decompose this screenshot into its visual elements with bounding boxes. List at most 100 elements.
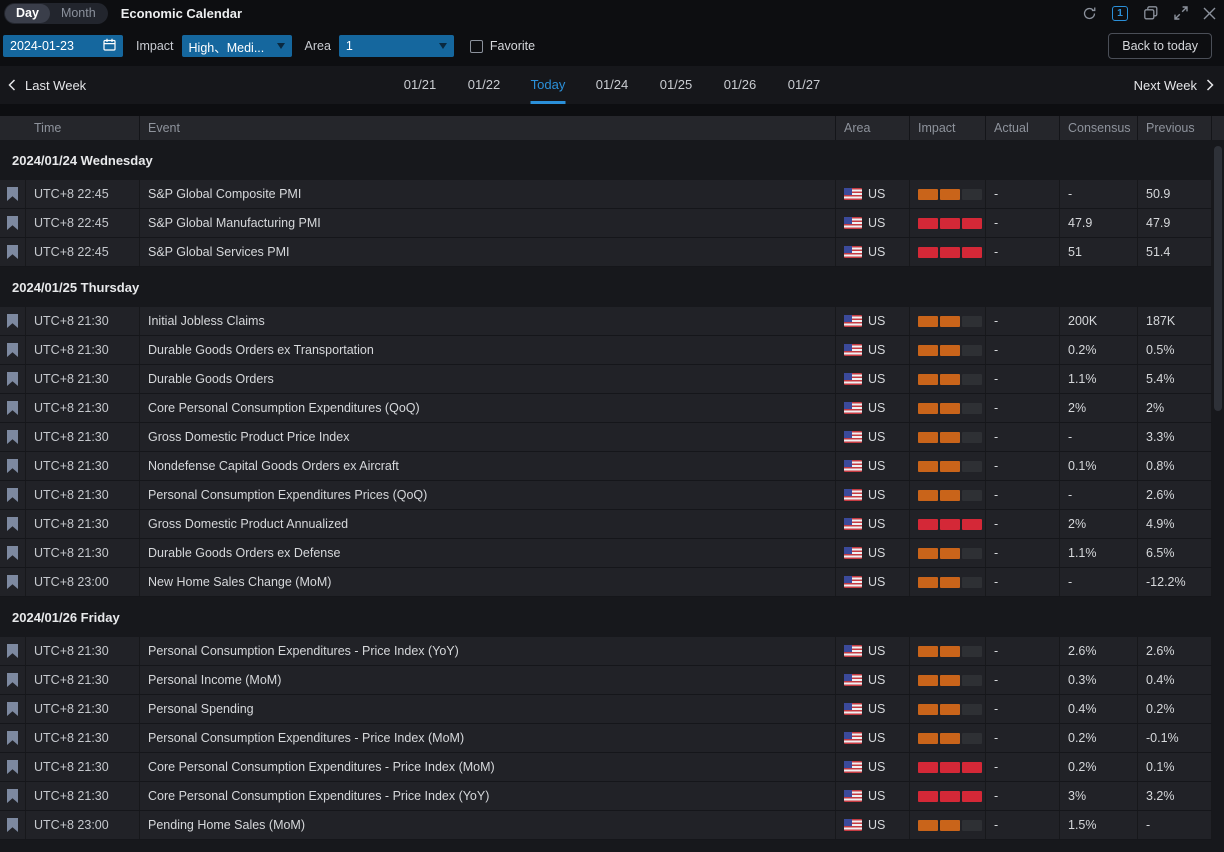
event-row[interactable]: UTC+8 21:30Durable Goods Orders ex Defen…: [0, 539, 1224, 568]
week-day-tab[interactable]: 01/26: [722, 66, 759, 104]
us-flag-icon: [844, 761, 862, 773]
bookmark-cell[interactable]: [0, 365, 26, 393]
event-row[interactable]: UTC+8 21:30Core Personal Consumption Exp…: [0, 782, 1224, 811]
week-day-tab[interactable]: 01/22: [466, 66, 503, 104]
impact-cell: [910, 452, 986, 480]
event-row[interactable]: UTC+8 21:30Personal Consumption Expendit…: [0, 724, 1224, 753]
bookmark-icon[interactable]: [7, 343, 18, 357]
cascade-windows-icon[interactable]: [1143, 5, 1159, 21]
bookmark-icon[interactable]: [7, 517, 18, 531]
impact-segment: [962, 316, 982, 327]
bookmark-cell[interactable]: [0, 423, 26, 451]
close-icon[interactable]: [1203, 7, 1216, 20]
panel-count-icon[interactable]: 1: [1112, 6, 1128, 21]
date-picker[interactable]: 2024-01-23: [3, 35, 123, 57]
bookmark-icon[interactable]: [7, 187, 18, 201]
event-row[interactable]: UTC+8 21:30Core Personal Consumption Exp…: [0, 394, 1224, 423]
impact-cell: [910, 637, 986, 665]
event-row[interactable]: UTC+8 21:30Personal Consumption Expendit…: [0, 481, 1224, 510]
back-to-today-button[interactable]: Back to today: [1108, 33, 1212, 59]
last-week-button[interactable]: Last Week: [8, 78, 86, 93]
bookmark-icon[interactable]: [7, 789, 18, 803]
bookmark-icon[interactable]: [7, 459, 18, 473]
event-row[interactable]: UTC+8 23:00Pending Home Sales (MoM)US-1.…: [0, 811, 1224, 840]
favorite-checkbox[interactable]: [470, 40, 483, 53]
bookmark-icon[interactable]: [7, 760, 18, 774]
bookmark-cell[interactable]: [0, 394, 26, 422]
impact-segment: [962, 345, 982, 356]
bookmark-icon[interactable]: [7, 644, 18, 658]
impact-segment: [940, 345, 960, 356]
bookmark-icon[interactable]: [7, 673, 18, 687]
week-day-tab[interactable]: 01/21: [402, 66, 439, 104]
event-row[interactable]: UTC+8 21:30Durable Goods Orders ex Trans…: [0, 336, 1224, 365]
bookmark-cell[interactable]: [0, 666, 26, 694]
bookmark-cell[interactable]: [0, 452, 26, 480]
bookmark-icon[interactable]: [7, 818, 18, 832]
bookmark-icon[interactable]: [7, 401, 18, 415]
time-cell: UTC+8 21:30: [26, 423, 140, 451]
bookmark-cell[interactable]: [0, 510, 26, 538]
area-filter-select[interactable]: 1: [339, 35, 454, 57]
time-cell: UTC+8 21:30: [26, 753, 140, 781]
event-row[interactable]: UTC+8 22:45S&P Global Services PMIUS-515…: [0, 238, 1224, 267]
impact-filter-select[interactable]: High、Medi...: [182, 35, 292, 57]
event-row[interactable]: UTC+8 22:45S&P Global Manufacturing PMIU…: [0, 209, 1224, 238]
expand-icon[interactable]: [1174, 6, 1188, 20]
week-day-tab[interactable]: 01/25: [658, 66, 695, 104]
consensus-cell: 2.6%: [1060, 637, 1138, 665]
bookmark-cell[interactable]: [0, 753, 26, 781]
event-row[interactable]: UTC+8 21:30Nondefense Capital Goods Orde…: [0, 452, 1224, 481]
event-row[interactable]: UTC+8 21:30Initial Jobless ClaimsUS-200K…: [0, 307, 1224, 336]
bookmark-cell[interactable]: [0, 209, 26, 237]
bookmark-cell[interactable]: [0, 637, 26, 665]
actual-cell: -: [986, 753, 1060, 781]
event-row[interactable]: UTC+8 21:30Gross Domestic Product Annual…: [0, 510, 1224, 539]
bookmark-cell[interactable]: [0, 724, 26, 752]
event-row[interactable]: UTC+8 21:30Personal Income (MoM)US-0.3%0…: [0, 666, 1224, 695]
bookmark-icon[interactable]: [7, 314, 18, 328]
refresh-icon[interactable]: [1082, 6, 1097, 21]
bookmark-cell[interactable]: [0, 539, 26, 567]
actual-cell: -: [986, 180, 1060, 208]
event-row[interactable]: UTC+8 21:30Personal SpendingUS-0.4%0.2%: [0, 695, 1224, 724]
event-row[interactable]: UTC+8 23:00New Home Sales Change (MoM)US…: [0, 568, 1224, 597]
bookmark-icon[interactable]: [7, 245, 18, 259]
event-row[interactable]: UTC+8 21:30Core Personal Consumption Exp…: [0, 753, 1224, 782]
bookmark-cell[interactable]: [0, 307, 26, 335]
tab-day[interactable]: Day: [5, 4, 50, 23]
event-row[interactable]: UTC+8 21:30Personal Consumption Expendit…: [0, 637, 1224, 666]
vertical-scrollbar[interactable]: [1212, 140, 1224, 852]
column-header-previous: Previous: [1138, 116, 1212, 140]
event-row[interactable]: UTC+8 21:30Durable Goods OrdersUS-1.1%5.…: [0, 365, 1224, 394]
bookmark-cell[interactable]: [0, 782, 26, 810]
date-section-header: 2024/01/24 Wednesday: [0, 140, 1224, 180]
bookmark-icon[interactable]: [7, 216, 18, 230]
impact-segment: [940, 791, 960, 802]
week-day-tab[interactable]: 01/27: [786, 66, 823, 104]
bookmark-icon[interactable]: [7, 430, 18, 444]
bookmark-cell[interactable]: [0, 238, 26, 266]
scrollbar-thumb[interactable]: [1214, 146, 1222, 411]
bookmark-icon[interactable]: [7, 372, 18, 386]
bookmark-cell[interactable]: [0, 481, 26, 509]
impact-segment: [940, 189, 960, 200]
event-row[interactable]: UTC+8 22:45S&P Global Composite PMIUS--5…: [0, 180, 1224, 209]
bookmark-cell[interactable]: [0, 568, 26, 596]
column-header-consensus: Consensus: [1060, 116, 1138, 140]
bookmark-cell[interactable]: [0, 695, 26, 723]
bookmark-cell[interactable]: [0, 336, 26, 364]
week-day-tab[interactable]: 01/24: [594, 66, 631, 104]
next-week-button[interactable]: Next Week: [1134, 78, 1214, 93]
bookmark-icon[interactable]: [7, 731, 18, 745]
bookmark-cell[interactable]: [0, 180, 26, 208]
bookmark-icon[interactable]: [7, 702, 18, 716]
bookmark-icon[interactable]: [7, 575, 18, 589]
event-row[interactable]: UTC+8 21:30Gross Domestic Product Price …: [0, 423, 1224, 452]
week-day-tab[interactable]: Today: [530, 66, 567, 104]
bookmark-icon[interactable]: [7, 488, 18, 502]
bookmark-icon[interactable]: [7, 546, 18, 560]
bookmark-cell[interactable]: [0, 811, 26, 839]
tab-month[interactable]: Month: [50, 4, 107, 23]
impact-medium-indicator: [918, 345, 982, 356]
